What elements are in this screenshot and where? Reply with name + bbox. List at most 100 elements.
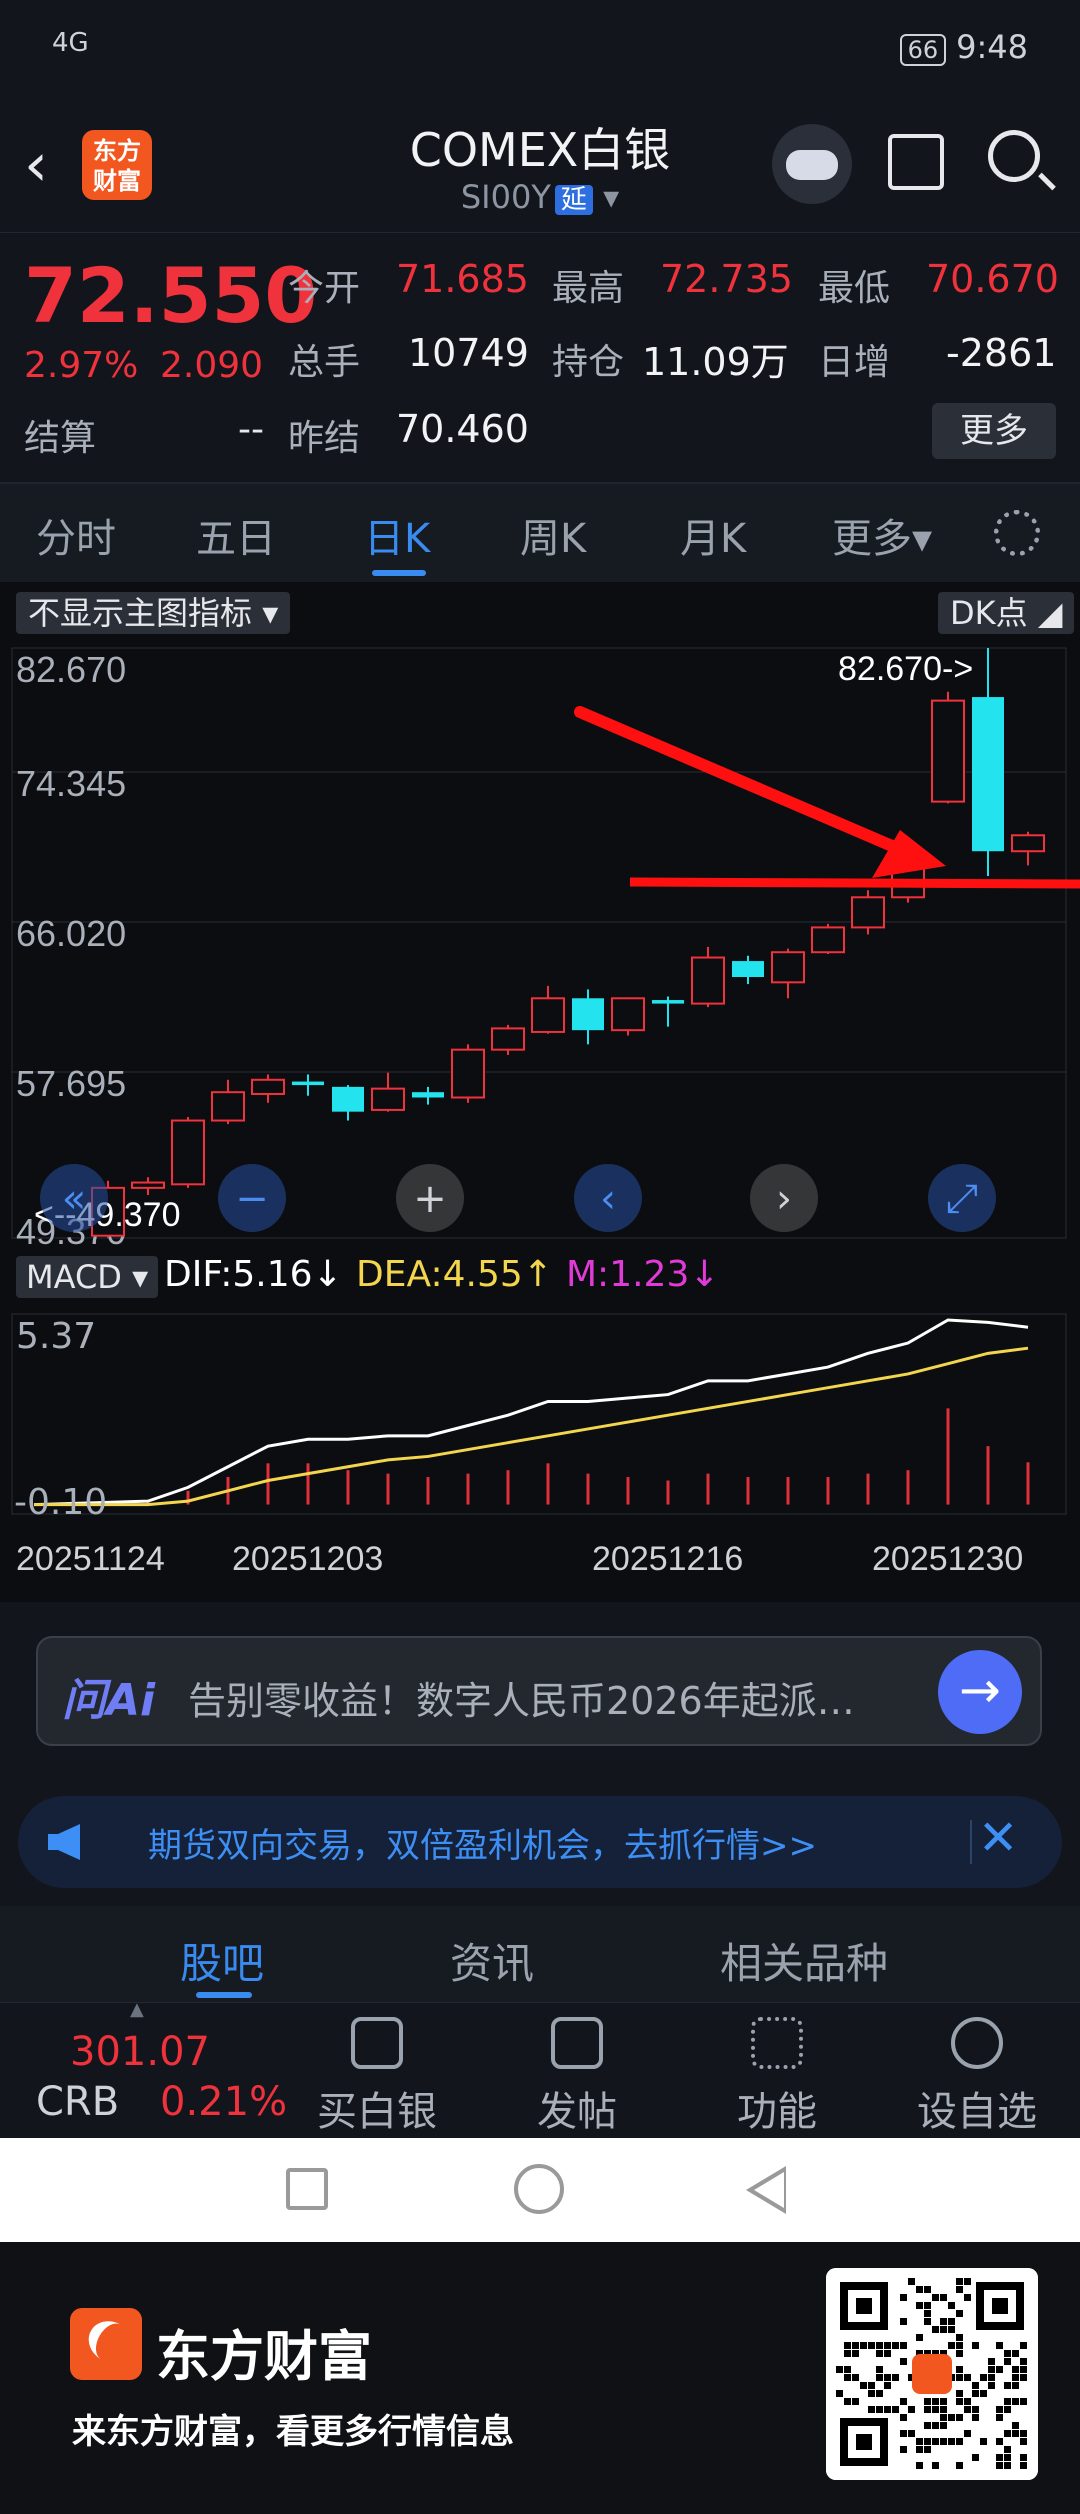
qr-module (876, 2374, 883, 2381)
grid-icon (751, 2017, 803, 2069)
zoom-out-icon[interactable]: − (218, 1164, 286, 1232)
tab-five-day[interactable]: 五日 (196, 506, 276, 564)
macd-y-top: 5.37 (16, 1316, 97, 1357)
pan-right-icon-glyph: › (776, 1176, 792, 1222)
zoom-in-icon[interactable]: + (396, 1164, 464, 1232)
qr-module (900, 2398, 907, 2405)
qr-module (964, 2294, 971, 2301)
tab-intraday[interactable]: 分时 (36, 506, 116, 564)
pan-left-fast-icon[interactable]: « (40, 1164, 108, 1232)
pan-left-icon[interactable]: ‹ (574, 1164, 642, 1232)
macd-selector[interactable]: MACD ▾ (16, 1256, 159, 1298)
tab-weekly-k[interactable]: 周K (520, 506, 586, 564)
recents-icon[interactable] (286, 2168, 328, 2210)
qr-module (956, 2390, 963, 2397)
ai-search-bar[interactable]: 问Ai 告别零收益！数字人民币2026年起派… → (36, 1636, 1042, 1746)
tab-news[interactable]: 资讯 (450, 1930, 534, 1991)
qr-module (868, 2390, 875, 2397)
low-label: 最低 (818, 268, 891, 309)
candle-body-down (332, 1086, 364, 1112)
assistant-robot-icon[interactable] (772, 124, 852, 204)
tab-related[interactable]: 相关品种 (720, 1930, 888, 1991)
fullscreen-icon[interactable]: ⤢ (928, 1164, 996, 1232)
macd-label: MACD (26, 1258, 122, 1296)
qr-module (892, 2406, 899, 2413)
qr-module (1020, 2358, 1027, 2365)
home-icon[interactable] (514, 2164, 564, 2214)
candle-body-up (811, 926, 845, 954)
kline-chart[interactable]: 82.67074.34566.02057.69549.370 202511242… (0, 582, 1080, 1602)
candle-body-up (211, 1091, 245, 1122)
qr-module (980, 2390, 987, 2397)
candle-body-up (371, 1087, 405, 1111)
macd-dea-value: DEA:4.55 (356, 1254, 523, 1295)
crb-percent: 0.21% (160, 2079, 288, 2125)
y-tick-label: 57.695 (16, 1063, 126, 1104)
qr-module (916, 2462, 923, 2469)
qr-module (964, 2278, 971, 2285)
functions-button[interactable]: 功能 (702, 2017, 852, 2137)
tab-daily-k[interactable]: 日K (364, 506, 430, 564)
main-indicator-toggle[interactable]: 不显示主图指标 ▾ (16, 592, 291, 634)
qr-module (1020, 2430, 1027, 2437)
volume-value: 10749 (408, 331, 529, 375)
functions-label: 功能 (737, 2089, 817, 2135)
dk-point-button[interactable]: DK点 ◢ (938, 592, 1075, 634)
post-button[interactable]: 发帖 (502, 2017, 652, 2137)
candle-body-up (691, 956, 725, 1005)
candle-body-up (251, 1078, 285, 1095)
qr-module (940, 2414, 947, 2421)
qr-module (996, 2406, 1003, 2413)
tab-monthly-k[interactable]: 月K (680, 506, 746, 564)
qr-module (892, 2374, 899, 2381)
more-button[interactable]: 更多 (932, 403, 1056, 459)
qr-module (924, 2310, 931, 2317)
qr-module (948, 2326, 955, 2333)
pan-right-icon[interactable]: › (750, 1164, 818, 1232)
candle-body-up (531, 997, 565, 1033)
back-nav-icon[interactable] (746, 2166, 786, 2214)
qr-module (972, 2382, 979, 2389)
qr-module (900, 2446, 907, 2453)
qr-module (876, 2406, 883, 2413)
share-icon[interactable] (888, 134, 944, 190)
quote-panel: 72.550 2.97% 2.090 结算 -- 今开 71.685 最高 72… (0, 232, 1080, 481)
tab-forum[interactable]: 股吧 (180, 1930, 264, 1991)
qr-module (860, 2382, 867, 2389)
qr-module (908, 2406, 915, 2413)
candle-body-down (572, 998, 604, 1031)
pan-left-fast-icon-glyph: « (62, 1176, 86, 1222)
qr-module (844, 2350, 851, 2357)
qr-module (876, 2342, 883, 2349)
ai-logo: 问Ai (62, 1675, 156, 1726)
qr-module (884, 2350, 891, 2357)
content-tabs: 股吧 资讯 相关品种 (0, 1906, 1080, 2002)
macd-m: M:1.23↓ (566, 1254, 720, 1295)
qr-module (980, 2374, 987, 2381)
candle-body-up (771, 951, 805, 984)
qr-module (916, 2334, 923, 2341)
qr-module (940, 2406, 947, 2413)
qr-module (916, 2286, 923, 2293)
pan-left-icon-glyph: ‹ (600, 1176, 616, 1222)
brand-slogan: 来东方财富，看更多行情信息 (72, 2412, 514, 2452)
qr-module (908, 2278, 915, 2285)
arrow-right-icon[interactable]: → (938, 1650, 1022, 1734)
macd-dea: DEA:4.55↑ (356, 1254, 553, 1295)
promo-banner[interactable]: 期货双向交易，双倍盈利机会，去抓行情>> ✕ (18, 1796, 1062, 1888)
y-tick-label: 82.670 (16, 649, 126, 690)
close-icon[interactable]: ✕ (978, 1810, 1018, 1866)
add-watchlist-button[interactable]: 设自选 (902, 2017, 1052, 2137)
change-value: 2.090 (160, 345, 264, 386)
search-icon[interactable] (988, 130, 1040, 182)
x-tick-label: 20251216 (592, 1540, 743, 1578)
dk-point-label: DK点 (950, 594, 1028, 632)
qr-module (996, 2454, 1003, 2461)
candle-body-up (491, 1027, 525, 1051)
macd-m-value: M:1.23 (566, 1254, 690, 1295)
buy-silver-button[interactable]: 买白银 (302, 2017, 452, 2137)
qr-module (900, 2318, 907, 2325)
gear-icon[interactable] (994, 510, 1040, 556)
tab-more[interactable]: 更多▾ (832, 506, 932, 564)
qr-module (956, 2374, 963, 2381)
